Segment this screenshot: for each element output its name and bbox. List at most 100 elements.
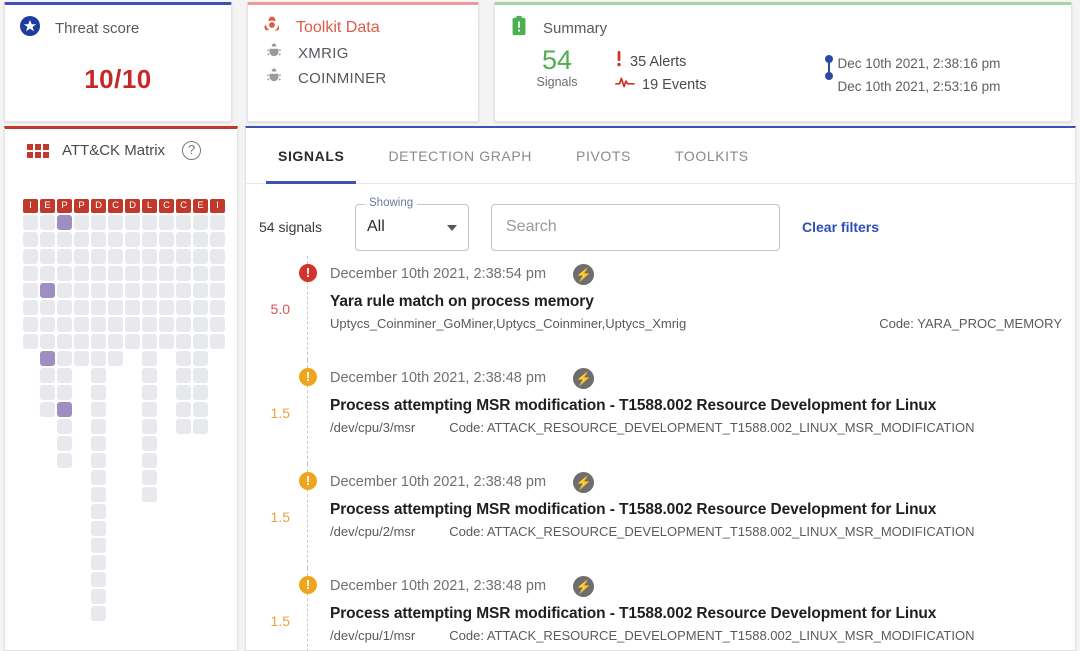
attack-matrix-cell[interactable] — [142, 351, 157, 366]
attack-matrix-cell[interactable] — [210, 215, 225, 230]
toolkit-item-0[interactable]: XMRIG — [248, 40, 478, 65]
attack-matrix-cell[interactable] — [193, 249, 208, 264]
attack-matrix-cell[interactable] — [40, 283, 55, 298]
attack-matrix-cell[interactable] — [142, 283, 157, 298]
attack-matrix-cell[interactable] — [210, 300, 225, 315]
attack-matrix-cell[interactable] — [108, 317, 123, 332]
toolkit-item-1[interactable]: COINMINER — [248, 65, 478, 90]
search-box[interactable] — [491, 204, 780, 251]
attack-matrix-cell[interactable] — [176, 266, 191, 281]
attack-matrix-cell[interactable] — [210, 249, 225, 264]
attack-matrix-cell[interactable] — [159, 232, 174, 247]
lightning-bolt-icon[interactable] — [573, 472, 594, 493]
attack-matrix-cell[interactable] — [40, 317, 55, 332]
attack-matrix-cell[interactable] — [57, 334, 72, 349]
attack-matrix-cell[interactable] — [125, 300, 140, 315]
attack-matrix-cell[interactable] — [23, 215, 38, 230]
attack-matrix-cell[interactable] — [159, 249, 174, 264]
attack-matrix-cell[interactable] — [40, 351, 55, 366]
attack-matrix-cell[interactable] — [91, 402, 106, 417]
attack-matrix-cell[interactable] — [74, 317, 89, 332]
attack-matrix-cell[interactable] — [176, 368, 191, 383]
attack-matrix-cell[interactable] — [74, 266, 89, 281]
clear-filters-button[interactable]: Clear filters — [802, 219, 879, 235]
attack-matrix-cell[interactable] — [40, 215, 55, 230]
signal-title[interactable]: Process attempting MSR modification - T1… — [330, 605, 1075, 623]
attack-matrix-cell[interactable] — [91, 453, 106, 468]
attack-matrix-cell[interactable] — [108, 300, 123, 315]
attack-matrix-cell[interactable] — [176, 317, 191, 332]
attack-matrix-cell[interactable] — [91, 606, 106, 621]
attack-matrix-cell[interactable] — [57, 402, 72, 417]
attack-matrix-cell[interactable] — [193, 266, 208, 281]
attack-matrix-column-header[interactable]: D — [91, 199, 106, 213]
attack-matrix-cell[interactable] — [142, 419, 157, 434]
attack-matrix-cell[interactable] — [193, 232, 208, 247]
attack-matrix-cell[interactable] — [91, 317, 106, 332]
attack-matrix-cell[interactable] — [57, 453, 72, 468]
attack-matrix-cell[interactable] — [125, 215, 140, 230]
attack-matrix-cell[interactable] — [108, 351, 123, 366]
attack-matrix-cell[interactable] — [125, 317, 140, 332]
attack-matrix-cell[interactable] — [40, 334, 55, 349]
attack-matrix-cell[interactable] — [74, 232, 89, 247]
attack-matrix-cell[interactable] — [23, 300, 38, 315]
attack-matrix-cell[interactable] — [159, 266, 174, 281]
attack-matrix-column-header[interactable]: E — [40, 199, 55, 213]
attack-matrix-cell[interactable] — [193, 283, 208, 298]
attack-matrix-cell[interactable] — [193, 385, 208, 400]
attack-matrix-cell[interactable] — [176, 215, 191, 230]
attack-matrix-cell[interactable] — [57, 232, 72, 247]
attack-matrix-cell[interactable] — [91, 232, 106, 247]
attack-matrix-column-header[interactable]: L — [142, 199, 157, 213]
attack-matrix-cell[interactable] — [176, 232, 191, 247]
attack-matrix-column-header[interactable]: P — [57, 199, 72, 213]
attack-matrix-cell[interactable] — [91, 266, 106, 281]
attack-matrix-cell[interactable] — [193, 317, 208, 332]
attack-matrix-column-header[interactable]: C — [159, 199, 174, 213]
attack-matrix-cell[interactable] — [142, 368, 157, 383]
attack-matrix-cell[interactable] — [91, 385, 106, 400]
attack-matrix-cell[interactable] — [159, 317, 174, 332]
attack-matrix-column-header[interactable]: C — [176, 199, 191, 213]
attack-matrix-cell[interactable] — [23, 317, 38, 332]
attack-matrix-cell[interactable] — [91, 300, 106, 315]
attack-matrix-cell[interactable] — [74, 249, 89, 264]
attack-matrix-cell[interactable] — [193, 300, 208, 315]
attack-matrix-cell[interactable] — [193, 215, 208, 230]
attack-matrix-cell[interactable] — [40, 266, 55, 281]
attack-matrix-cell[interactable] — [57, 283, 72, 298]
attack-matrix-cell[interactable] — [57, 351, 72, 366]
attack-matrix-cell[interactable] — [142, 317, 157, 332]
attack-matrix-cell[interactable] — [108, 283, 123, 298]
attack-matrix-cell[interactable] — [57, 300, 72, 315]
tab-detection-graph[interactable]: DETECTION GRAPH — [366, 128, 554, 184]
attack-matrix-cell[interactable] — [40, 300, 55, 315]
attack-matrix-cell[interactable] — [159, 334, 174, 349]
attack-matrix-cell[interactable] — [125, 249, 140, 264]
attack-matrix-cell[interactable] — [159, 300, 174, 315]
attack-matrix-cell[interactable] — [74, 215, 89, 230]
attack-matrix-cell[interactable] — [91, 572, 106, 587]
attack-matrix-cell[interactable] — [91, 436, 106, 451]
attack-matrix-cell[interactable] — [142, 453, 157, 468]
attack-matrix-cell[interactable] — [57, 249, 72, 264]
attack-matrix-cell[interactable] — [91, 215, 106, 230]
attack-matrix-cell[interactable] — [125, 334, 140, 349]
attack-matrix-cell[interactable] — [176, 249, 191, 264]
tab-pivots[interactable]: PIVOTS — [554, 128, 653, 184]
signal-title[interactable]: Yara rule match on process memory — [330, 293, 1075, 311]
attack-matrix-cell[interactable] — [125, 232, 140, 247]
attack-matrix-cell[interactable] — [57, 266, 72, 281]
attack-matrix-cell[interactable] — [91, 555, 106, 570]
attack-matrix-cell[interactable] — [193, 419, 208, 434]
attack-matrix-cell[interactable] — [142, 300, 157, 315]
attack-matrix-cell[interactable] — [159, 283, 174, 298]
attack-matrix-cell[interactable] — [108, 334, 123, 349]
attack-matrix-cell[interactable] — [91, 249, 106, 264]
attack-matrix-cell[interactable] — [74, 334, 89, 349]
attack-matrix-cell[interactable] — [193, 368, 208, 383]
attack-matrix-cell[interactable] — [23, 232, 38, 247]
signal-row[interactable]: 1.5!December 10th 2021, 2:38:48 pmProces… — [259, 360, 1075, 464]
signal-row[interactable]: 5.0!December 10th 2021, 2:38:54 pmYara r… — [259, 256, 1075, 360]
